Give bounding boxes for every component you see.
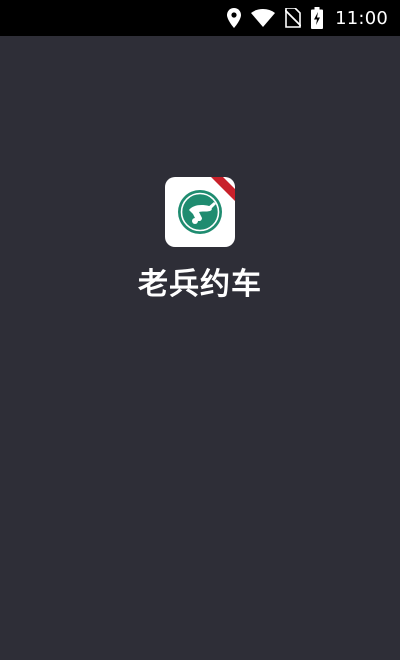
splash-screen: 老兵约车 (0, 36, 400, 660)
status-icons: 11:00 (227, 0, 388, 36)
wifi-icon (251, 9, 276, 27)
location-icon (227, 8, 242, 28)
app-icon (165, 177, 235, 247)
status-time: 11:00 (335, 7, 388, 29)
no-sim-icon (285, 8, 302, 28)
battery-charging-icon (311, 7, 324, 29)
app-title: 老兵约车 (138, 267, 262, 302)
status-bar: 11:00 (0, 0, 400, 36)
